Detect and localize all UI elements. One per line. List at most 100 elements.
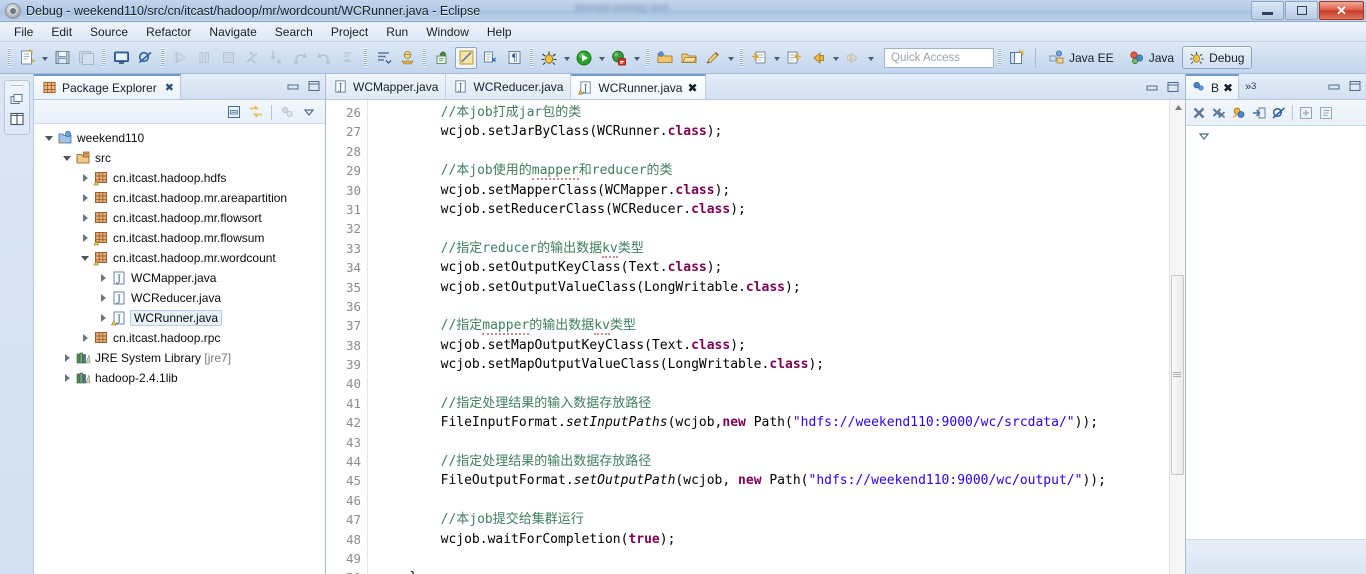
toggle-markoccurrences-icon[interactable] [479, 47, 501, 69]
tree-item-jre-library[interactable]: JRE System Library [jre7] [34, 348, 325, 368]
expand-arrow-icon[interactable] [78, 208, 92, 228]
tree-item-package-flowsum[interactable]: cn.itcast.hadoop.mr.flowsum [34, 228, 325, 248]
pilcrow-icon[interactable]: ¶ [503, 47, 525, 69]
close-icon[interactable]: ✖ [1223, 81, 1233, 95]
quick-access-input[interactable]: Quick Access [884, 47, 994, 68]
previous-annotation-icon[interactable] [783, 47, 805, 69]
new-wizard-dropdown-arrow[interactable] [39, 47, 50, 69]
code-line[interactable]: wcjob.setMapOutputValueClass(LongWritabl… [368, 355, 1169, 374]
toolbar-grip-9[interactable] [998, 48, 1001, 67]
code-text[interactable]: //本job打成jar包的类 wcjob.setJarByClass(WCRun… [368, 100, 1169, 574]
expand-arrow-icon[interactable] [60, 148, 74, 168]
save-all-icon[interactable] [75, 47, 97, 69]
open-perspective-icon[interactable] [1006, 47, 1028, 69]
skip-breakpoints-icon[interactable] [134, 47, 156, 69]
step-return-icon[interactable] [313, 47, 335, 69]
next-annotation-dropdown-arrow[interactable] [771, 47, 782, 69]
code-line[interactable]: } [368, 568, 1169, 574]
open-resource-icon[interactable] [678, 47, 700, 69]
remove-breakpoint-icon[interactable] [1189, 103, 1209, 123]
forward-icon[interactable] [842, 47, 864, 69]
tree-item-project[interactable]: weekend110 [34, 128, 325, 148]
code-line[interactable]: wcjob.waitForCompletion(true); [368, 530, 1169, 549]
code-line[interactable]: FileInputFormat.setInputPaths(wcjob,new … [368, 413, 1169, 432]
restore-button[interactable] [1285, 1, 1318, 20]
collapse-all-icon[interactable] [224, 102, 244, 122]
terminate-icon[interactable] [217, 47, 239, 69]
menu-navigate[interactable]: Navigate [201, 23, 264, 41]
code-line[interactable]: wcjob.setJarByClass(WCRunner.class); [368, 122, 1169, 141]
forward-dropdown-arrow[interactable] [865, 47, 876, 69]
perspective-java[interactable]: Java [1122, 46, 1182, 69]
perspective-java-ee[interactable]: Java EE [1042, 46, 1122, 69]
back-icon[interactable] [807, 47, 829, 69]
code-line[interactable] [368, 142, 1169, 161]
tab-package-explorer[interactable]: Package Explorer ✖ [34, 74, 181, 99]
minimize-button[interactable] [1251, 1, 1284, 20]
view-menu-icon[interactable] [1194, 126, 1214, 146]
tree-item-wcrunner[interactable]: J WCRunner.java [34, 308, 325, 328]
debug-icon[interactable] [538, 47, 560, 69]
source-editor[interactable]: 26 27 28 29 30 31 32 33 34 35 36 37 38 39 40 41 42 43 44 45… [326, 100, 1185, 574]
step-into-icon[interactable] [265, 47, 287, 69]
debug-dropdown-arrow[interactable] [561, 47, 572, 69]
toolbar-grip[interactable] [8, 48, 11, 67]
tree-item-package-hdfs[interactable]: cn.itcast.hadoop.hdfs [34, 168, 325, 188]
menu-help[interactable]: Help [479, 23, 520, 41]
breakpoints-list[interactable] [1186, 146, 1366, 574]
expand-arrow-icon[interactable] [96, 308, 110, 328]
link-with-debug-view-icon[interactable] [1229, 103, 1249, 123]
code-line[interactable]: //本job提交给集群运行 [368, 510, 1169, 529]
link-with-editor-icon[interactable] [246, 102, 266, 122]
code-line[interactable]: wcjob.setMapperClass(WCMapper.class); [368, 181, 1169, 200]
menu-project[interactable]: Project [323, 23, 376, 41]
close-icon[interactable]: ✖ [687, 81, 697, 95]
code-line[interactable]: //本job使用的mapper和reducer的类 [368, 161, 1169, 181]
expand-arrow-icon[interactable] [60, 348, 74, 368]
maximize-view-icon[interactable] [1347, 78, 1362, 93]
resume-icon[interactable] [169, 47, 191, 69]
toolbar-grip-8[interactable] [740, 48, 743, 67]
new-wizard-icon[interactable] [16, 47, 38, 69]
run-icon[interactable] [573, 47, 595, 69]
expand-arrow-icon[interactable] [96, 288, 110, 308]
open-type-icon[interactable] [431, 47, 453, 69]
tree-item-wcmapper[interactable]: J WCMapper.java [34, 268, 325, 288]
tree-item-package-rpc[interactable]: cn.itcast.hadoop.rpc [34, 328, 325, 348]
menu-edit[interactable]: Edit [43, 23, 80, 41]
code-line[interactable]: wcjob.setOutputValueClass(LongWritable.c… [368, 278, 1169, 297]
focus-icon[interactable] [277, 102, 297, 122]
toolbar-grip-6[interactable] [530, 48, 533, 67]
expand-arrow-icon[interactable] [78, 168, 92, 188]
code-line[interactable] [368, 491, 1169, 510]
code-line[interactable]: //指定处理结果的输出数据存放路径 [368, 452, 1169, 471]
tree-item-hadoop-library[interactable]: hadoop-2.4.1lib [34, 368, 325, 388]
step-over-icon[interactable] [289, 47, 311, 69]
code-line[interactable]: //本job打成jar包的类 [368, 103, 1169, 122]
view-menu-icon[interactable] [299, 102, 319, 122]
suspend-icon[interactable] [193, 47, 215, 69]
close-icon[interactable]: ✖ [165, 81, 174, 94]
disconnect-icon[interactable] [241, 47, 263, 69]
package-explorer-fastview-icon[interactable] [8, 110, 26, 128]
restore-view-icon[interactable] [8, 90, 26, 108]
toolbar-grip-4[interactable] [364, 48, 367, 67]
code-line[interactable]: wcjob.setMapOutputKeyClass(Text.class); [368, 336, 1169, 355]
expand-arrow-icon[interactable] [78, 228, 92, 248]
tree-item-package-flowsort[interactable]: cn.itcast.hadoop.mr.flowsort [34, 208, 325, 228]
minimize-editor-icon[interactable] [1144, 79, 1159, 94]
toolbar-grip-7[interactable] [646, 48, 649, 67]
drop-to-frame-icon[interactable] [337, 47, 359, 69]
editor-vertical-scrollbar[interactable] [1169, 100, 1185, 574]
minimize-view-icon[interactable] [285, 78, 300, 93]
tree-item-wcreducer[interactable]: J WCReducer.java [34, 288, 325, 308]
expand-arrow-icon[interactable] [78, 328, 92, 348]
expand-arrow-icon[interactable] [60, 368, 74, 388]
external-tools-dropdown-arrow[interactable] [631, 47, 642, 69]
next-annotation-icon[interactable] [748, 47, 770, 69]
toolbar-grip-5[interactable] [423, 48, 426, 67]
annotation-dropdown-arrow[interactable] [725, 47, 736, 69]
tab-breakpoints[interactable]: B ✖ [1186, 74, 1240, 99]
expand-arrow-icon[interactable] [42, 128, 56, 148]
maximize-editor-icon[interactable] [1165, 79, 1180, 94]
